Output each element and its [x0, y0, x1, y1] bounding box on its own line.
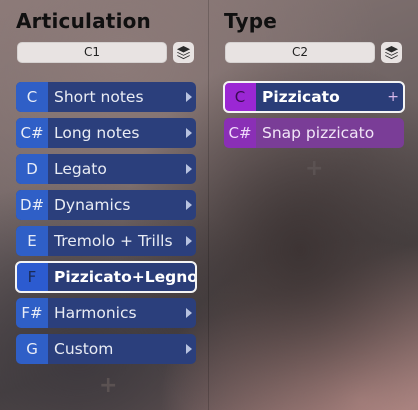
note-key: C# [16, 118, 48, 148]
articulation-slot[interactable]: C# Long notes [16, 118, 196, 148]
note-key: D [16, 154, 48, 184]
slot-label: Tremolo + Trills [54, 232, 173, 250]
articulation-slot[interactable]: F# Harmonics [16, 298, 196, 328]
chevron-right-icon[interactable] [186, 200, 192, 210]
slot-label: Snap pizzicato [262, 124, 375, 142]
note-key: F# [16, 298, 48, 328]
articulation-slot[interactable]: E Tremolo + Trills [16, 226, 196, 256]
slot-label: Harmonics [54, 304, 137, 322]
articulation-slot-selected[interactable]: F Pizzicato+Legno [15, 261, 197, 293]
type-layers-button[interactable] [381, 42, 402, 63]
type-slot-selected[interactable]: C Pizzicato + [223, 81, 405, 113]
note-key: D# [16, 190, 48, 220]
slot-label: Short notes [54, 88, 144, 106]
slot-label: Pizzicato [262, 88, 340, 106]
type-column: Type C2 C Pizzicato + C# Snap pizzicato … [208, 0, 418, 410]
articulation-slot[interactable]: G Custom [16, 334, 196, 364]
note-key: E [16, 226, 48, 256]
note-key: F [16, 262, 48, 292]
articulation-layers-button[interactable] [173, 42, 194, 63]
chevron-right-icon[interactable] [186, 236, 192, 246]
articulation-slot[interactable]: D# Dynamics [16, 190, 196, 220]
slot-label: Pizzicato+Legno [54, 268, 196, 286]
chevron-right-icon[interactable] [186, 128, 192, 138]
slot-label: Dynamics [54, 196, 131, 214]
articulation-slot[interactable]: D Legato [16, 154, 196, 184]
chevron-right-icon[interactable] [186, 92, 192, 102]
articulation-title: Articulation [16, 9, 151, 33]
note-key: G [16, 334, 48, 364]
type-title: Type [224, 9, 277, 33]
articulation-slot[interactable]: C Short notes [16, 82, 196, 112]
layers-icon [384, 45, 399, 60]
note-key: C [224, 82, 256, 112]
layers-icon [176, 45, 191, 60]
articulation-column: Articulation C1 C Short notes C# Long no… [0, 0, 208, 410]
type-slot[interactable]: C# Snap pizzicato [224, 118, 404, 148]
slot-label: Custom [54, 340, 114, 358]
note-key: C [16, 82, 48, 112]
plus-icon[interactable]: + [387, 90, 399, 104]
add-type-button[interactable]: + [305, 158, 323, 180]
slot-label: Legato [54, 160, 107, 178]
slot-label: Long notes [54, 124, 140, 142]
articulation-key-field[interactable]: C1 [17, 42, 167, 63]
chevron-right-icon[interactable] [186, 164, 192, 174]
chevron-right-icon[interactable] [186, 308, 192, 318]
note-key: C# [224, 118, 256, 148]
add-articulation-button[interactable]: + [99, 375, 117, 397]
chevron-right-icon[interactable] [186, 344, 192, 354]
type-key-field[interactable]: C2 [225, 42, 375, 63]
